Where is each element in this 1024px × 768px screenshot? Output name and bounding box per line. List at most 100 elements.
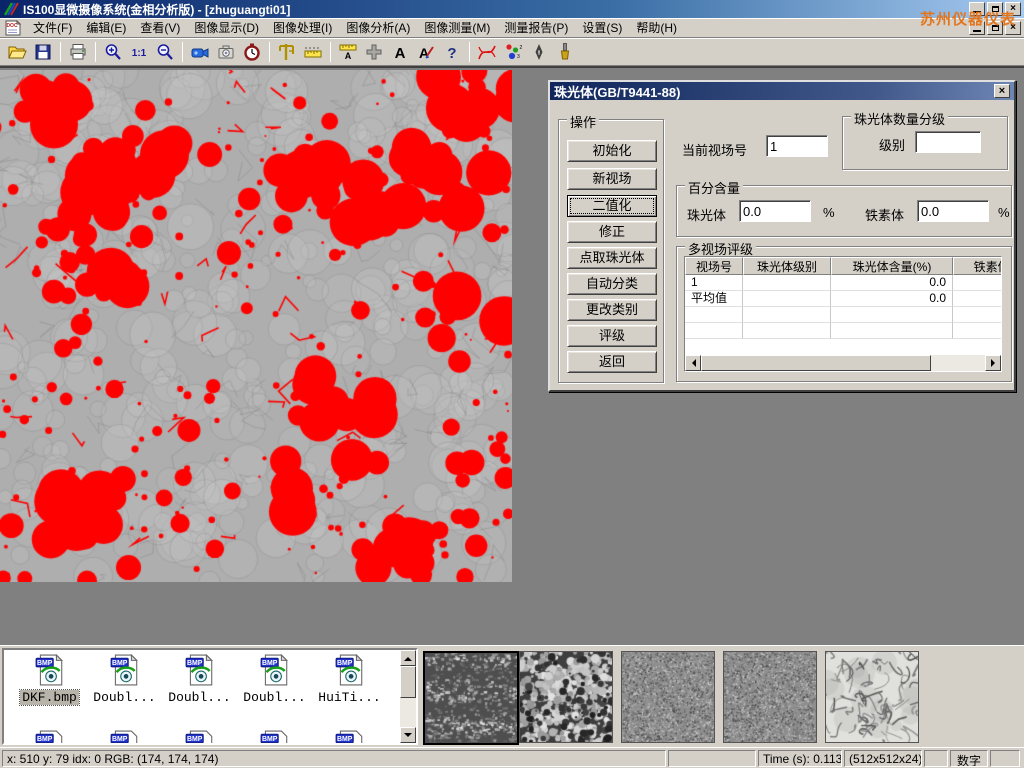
header-pearlite-content[interactable]: 珠光体含量(%) — [831, 257, 953, 275]
scroll-down-icon — [404, 733, 412, 741]
scroll-left-button[interactable] — [685, 355, 701, 371]
svg-text:2: 2 — [520, 45, 523, 51]
classify-button[interactable]: 2 3 — [500, 40, 526, 64]
file-item-huiti[interactable]: BMP HuiTi... — [312, 654, 387, 705]
binarize-button[interactable]: 二值化 — [567, 195, 657, 217]
file-item-partial[interactable]: BMP — [237, 730, 312, 745]
text-button[interactable]: A — [387, 40, 413, 64]
curve-tool-button[interactable] — [474, 40, 500, 64]
rating-table[interactable]: 视场号 珠光体级别 珠光体含量(%) 铁素体含量(%) 1 0.0 平均值 0.… — [684, 256, 1002, 372]
status-bar: x: 510 y: 79 idx: 0 RGB: (174, 174, 174)… — [0, 747, 1024, 768]
pearlite-unit: % — [823, 205, 835, 220]
table-row[interactable]: 1 0.0 — [685, 275, 1001, 291]
return-button[interactable]: 返回 — [567, 351, 657, 373]
caliper-button[interactable] — [274, 40, 300, 64]
dialog-title-bar[interactable]: 珠光体(GB/T9441-88) × — [550, 82, 1014, 100]
brush-button[interactable] — [552, 40, 578, 64]
thumbnail-doubl3[interactable] — [723, 651, 817, 743]
thumbnail-doubl1[interactable] — [519, 651, 613, 743]
svg-text:BMP: BMP — [336, 660, 352, 667]
correct-button[interactable]: 修正 — [567, 221, 657, 243]
pearlite-value-input[interactable] — [739, 200, 811, 222]
scroll-right-button[interactable] — [985, 355, 1001, 371]
dialog-body: 操作 初始化 新视场 二值化 修正 点取珠光体 自动分类 更改类别 评级 返回 … — [550, 100, 1014, 390]
print-button[interactable] — [65, 40, 91, 64]
toolbar-separator — [469, 42, 470, 62]
zoom-in-button[interactable] — [100, 40, 126, 64]
image-dimensions-status: (512x512x24) — [844, 750, 922, 767]
printer-icon — [68, 42, 88, 62]
file-name[interactable]: Doubl... — [91, 690, 157, 705]
file-item-dkf[interactable]: BMP DKF.bmp — [12, 654, 87, 705]
annotate-button[interactable]: A — [413, 40, 439, 64]
new-field-button[interactable]: 新视场 — [567, 168, 657, 190]
toolbar-separator — [182, 42, 183, 62]
scrollbar-thumb[interactable] — [400, 666, 416, 698]
thumbnail-doubl2[interactable] — [621, 651, 715, 743]
menu-image-display[interactable]: 图像显示(D) — [187, 17, 266, 38]
header-pearlite-grade[interactable]: 珠光体级别 — [743, 257, 831, 275]
menu-view[interactable]: 查看(V) — [133, 17, 187, 38]
actual-size-button[interactable]: 1:1 — [126, 40, 152, 64]
video-capture-button[interactable] — [187, 40, 213, 64]
table-row[interactable]: 平均值 0.0 — [685, 291, 1001, 307]
change-class-button[interactable]: 更改类别 — [567, 299, 657, 321]
auto-classify-button[interactable]: 自动分类 — [567, 273, 657, 295]
pick-pearlite-button[interactable]: 点取珠光体 — [567, 247, 657, 269]
file-item-partial[interactable]: BMP — [87, 730, 162, 745]
rate-button[interactable]: 评级 — [567, 325, 657, 347]
table-row-empty — [685, 323, 1001, 339]
file-item-doubl3[interactable]: BMP Doubl... — [237, 654, 312, 705]
zoom-out-button[interactable] — [152, 40, 178, 64]
menu-help[interactable]: 帮助(H) — [629, 17, 684, 38]
file-name[interactable]: DKF.bmp — [20, 690, 79, 705]
current-field-input[interactable] — [766, 135, 828, 157]
toolbar-separator — [60, 42, 61, 62]
table-horizontal-scrollbar[interactable] — [685, 355, 1001, 371]
scroll-up-button[interactable] — [400, 650, 416, 666]
scrollbar-thumb[interactable] — [701, 355, 931, 371]
thumbnail-huiti[interactable] — [825, 651, 919, 743]
file-item-doubl2[interactable]: BMP Doubl... — [162, 654, 237, 705]
snapshot-button[interactable] — [213, 40, 239, 64]
zoom-out-icon — [155, 42, 175, 62]
open-button[interactable] — [4, 40, 30, 64]
save-button[interactable] — [30, 40, 56, 64]
thumbnail-dkf[interactable] — [423, 651, 519, 745]
init-button[interactable]: 初始化 — [567, 140, 657, 162]
menu-file[interactable]: 文件(F) — [26, 17, 79, 38]
ruler-button[interactable] — [300, 40, 326, 64]
bmp-file-icon: BMP — [334, 730, 366, 745]
timer-button[interactable] — [239, 40, 265, 64]
rating-table-header: 视场号 珠光体级别 珠光体含量(%) 铁素体含量(%) — [685, 257, 1001, 275]
menu-edit[interactable]: 编辑(E) — [79, 17, 133, 38]
pen-button[interactable] — [526, 40, 552, 64]
file-name[interactable]: HuiTi... — [316, 690, 382, 705]
file-name[interactable]: Doubl... — [241, 690, 307, 705]
file-browser-scrollbar[interactable] — [400, 650, 416, 743]
file-item-partial[interactable]: BMP — [312, 730, 387, 745]
grid-button[interactable] — [361, 40, 387, 64]
menu-measure-report[interactable]: 测量报告(P) — [497, 17, 575, 38]
micrograph-image[interactable] — [0, 70, 512, 582]
menu-settings[interactable]: 设置(S) — [575, 17, 629, 38]
help-button[interactable]: ? — [439, 40, 465, 64]
brush-icon — [555, 42, 575, 62]
menu-image-analysis[interactable]: 图像分析(A) — [339, 17, 417, 38]
menu-image-measure[interactable]: 图像测量(M) — [417, 17, 497, 38]
file-name[interactable]: Doubl... — [166, 690, 232, 705]
measure-text-button[interactable]: A — [335, 40, 361, 64]
file-item-partial[interactable]: BMP — [162, 730, 237, 745]
menu-image-processing[interactable]: 图像处理(I) — [266, 17, 339, 38]
ruler-icon — [303, 42, 323, 62]
svg-text:A: A — [345, 51, 352, 61]
dialog-close-button[interactable]: × — [994, 84, 1010, 98]
file-item-doubl1[interactable]: BMP Doubl... — [87, 654, 162, 705]
grade-input[interactable] — [915, 131, 981, 153]
ferrite-unit: % — [998, 205, 1010, 220]
ferrite-value-input[interactable] — [917, 200, 989, 222]
header-field-no[interactable]: 视场号 — [685, 257, 743, 275]
header-ferrite-content[interactable]: 铁素体含量(%) — [953, 257, 1002, 275]
scroll-down-button[interactable] — [400, 727, 416, 743]
file-item-partial[interactable]: BMP — [12, 730, 87, 745]
